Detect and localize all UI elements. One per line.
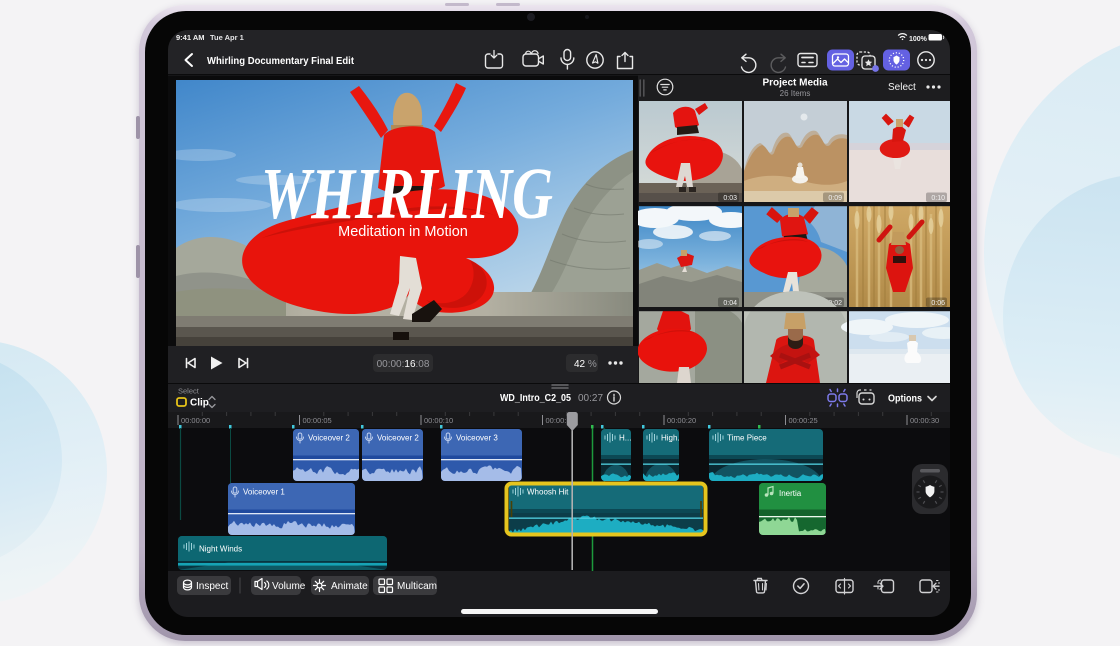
svg-text:Meditation in Motion: Meditation in Motion (338, 224, 468, 240)
svg-text:00:27: 00:27 (578, 393, 603, 404)
svg-text:00:00:20: 00:00:20 (667, 416, 696, 425)
svg-text:Multicam: Multicam (397, 581, 437, 592)
svg-text:Voiceover 3: Voiceover 3 (456, 434, 498, 443)
svg-text:Whirling Documentary Final Edi: Whirling Documentary Final Edit (207, 55, 354, 67)
svg-text:Inertia: Inertia (779, 489, 802, 498)
svg-text:Voiceover 2: Voiceover 2 (377, 434, 419, 443)
svg-text:00:00:05: 00:00:05 (303, 416, 332, 425)
svg-text:00:00:25: 00:00:25 (789, 416, 818, 425)
svg-text:26 Items: 26 Items (780, 89, 811, 98)
svg-text:Whoosh Hit: Whoosh Hit (527, 488, 569, 497)
svg-text:0:04: 0:04 (723, 300, 737, 307)
svg-text:Options: Options (888, 393, 922, 405)
svg-text:100%: 100% (909, 36, 928, 43)
svg-text:Project Media: Project Media (762, 78, 827, 89)
svg-text:0:09: 0:09 (828, 195, 842, 202)
svg-text:Inspect: Inspect (196, 581, 228, 592)
svg-text:00:00:00: 00:00:00 (181, 416, 210, 425)
svg-text:H...: H... (619, 434, 631, 443)
svg-text:00:00:30: 00:00:30 (910, 416, 939, 425)
svg-text:0:03: 0:03 (723, 195, 737, 202)
svg-text:Animate: Animate (331, 581, 368, 592)
svg-text:WHIRLING: WHIRLING (261, 153, 553, 234)
svg-text:Time Piece: Time Piece (727, 434, 767, 443)
svg-text:Clip: Clip (190, 398, 209, 409)
svg-text:Select: Select (178, 387, 200, 396)
svg-text:42 %: 42 % (574, 359, 597, 370)
svg-text:Voiceover 1: Voiceover 1 (243, 488, 285, 497)
svg-text:Volume: Volume (272, 581, 306, 592)
svg-text:00:00:16:08: 00:00:16:08 (377, 359, 430, 370)
svg-text:00:00:10: 00:00:10 (424, 416, 453, 425)
svg-text:WD_Intro_C2_05: WD_Intro_C2_05 (500, 392, 571, 404)
svg-text:Tue Apr 1: Tue Apr 1 (210, 33, 244, 42)
svg-text:Night Winds: Night Winds (199, 545, 242, 554)
svg-text:0:06: 0:06 (931, 300, 945, 307)
svg-text:9:41 AM: 9:41 AM (176, 33, 204, 42)
svg-text:Select: Select (888, 82, 916, 93)
svg-text:0:10: 0:10 (931, 195, 945, 202)
svg-text:Voiceover 2: Voiceover 2 (308, 434, 350, 443)
